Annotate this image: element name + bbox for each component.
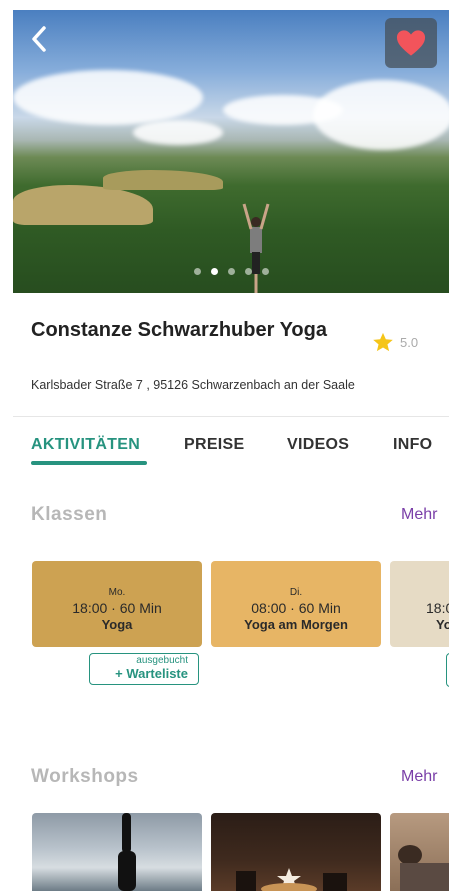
tab-videos[interactable]: VIDEOS	[287, 436, 349, 454]
classes-section-title: Klassen	[31, 504, 108, 525]
class-time: 18:00 · 60 Min	[72, 600, 162, 616]
class-time: 08:00 · 60 Min	[251, 600, 341, 616]
class-name: Yoga am Morgen	[244, 617, 348, 632]
class-card[interactable]: · 18:0 Yo	[390, 561, 449, 647]
classes-more-link[interactable]: Mehr	[401, 506, 437, 524]
class-card[interactable]: Di. 08:00 · 60 Min Yoga am Morgen	[211, 561, 381, 647]
rating: 5.0	[372, 332, 418, 353]
heart-icon	[396, 30, 426, 56]
hero-image[interactable]	[13, 10, 449, 293]
workshops-more-link[interactable]: Mehr	[401, 768, 437, 786]
class-name: Yoga	[101, 617, 133, 632]
carousel-dots	[13, 268, 449, 275]
waitlist-button[interactable]: ausgebucht + Warteliste	[89, 653, 199, 685]
class-name: Yo	[436, 617, 449, 632]
workshop-image	[398, 845, 449, 891]
person-silhouette	[242, 203, 270, 293]
workshop-image	[118, 813, 136, 891]
tab-bar: AKTIVITÄTEN PREISE VIDEOS INFO	[31, 436, 449, 470]
back-button[interactable]	[29, 24, 57, 56]
tab-preise[interactable]: PREISE	[184, 436, 245, 454]
tab-info[interactable]: INFO	[393, 436, 432, 454]
workshop-card[interactable]	[390, 813, 449, 891]
rating-value: 5.0	[400, 335, 419, 350]
class-card[interactable]: Mo. 18:00 · 60 Min Yoga	[32, 561, 202, 647]
favorite-button[interactable]	[385, 18, 437, 68]
waitlist-status: ausgebucht	[136, 655, 188, 666]
carousel-dot[interactable]	[244, 268, 252, 275]
active-tab-indicator	[31, 461, 147, 465]
carousel-dot-active[interactable]	[210, 268, 218, 275]
tab-aktivitaeten[interactable]: AKTIVITÄTEN	[31, 436, 140, 454]
workshop-card[interactable]	[32, 813, 202, 891]
workshop-image	[236, 868, 347, 891]
class-day: Mo.	[108, 587, 126, 598]
chevron-left-icon	[32, 26, 46, 52]
waitlist-action: + Warteliste	[115, 666, 188, 681]
carousel-dot[interactable]	[193, 268, 201, 275]
carousel-dot[interactable]	[261, 268, 269, 275]
workshop-card[interactable]	[211, 813, 381, 891]
carousel-dot[interactable]	[227, 268, 235, 275]
class-day: Di.	[289, 587, 303, 598]
divider	[13, 416, 449, 417]
star-icon	[373, 332, 393, 352]
studio-name: Constanze Schwarzhuber Yoga	[31, 319, 327, 341]
workshops-section-title: Workshops	[31, 766, 139, 787]
class-time: 18:0	[426, 600, 449, 616]
studio-address: Karlsbader Straße 7 , 95126 Schwarzenbac…	[31, 378, 355, 392]
